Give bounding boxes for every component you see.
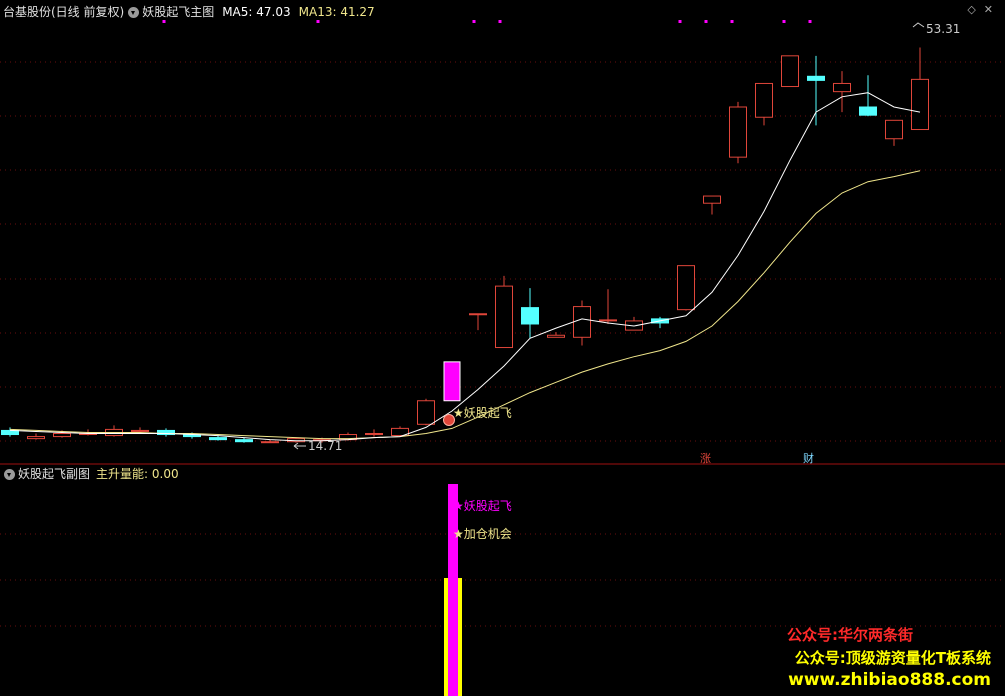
top-signal-dots (162, 20, 812, 23)
candle-body-up (27, 436, 45, 440)
volume-bar-yellow-left (444, 578, 448, 696)
main-header: 台基股份(日线 前复权) 妖股起飞主图 MA5: 47.03 MA13: 41.27 (3, 4, 375, 20)
candle-body-up (729, 106, 747, 158)
kline-chart[interactable] (0, 0, 1005, 696)
candle-body-up (833, 82, 851, 93)
ma5-label: MA5: 47.03 (222, 5, 291, 19)
candle-body-up (365, 433, 383, 436)
candle-body-up (911, 78, 929, 131)
candles (1, 47, 929, 444)
volume-bar-magenta (448, 484, 458, 696)
candle-body-down (521, 307, 539, 325)
candle-body-up (469, 313, 487, 316)
candle-body-up (755, 82, 773, 118)
ma13-line (9, 170, 921, 440)
signal-dot (730, 20, 734, 23)
dropdown-icon[interactable] (128, 7, 140, 18)
volume-bars (444, 484, 462, 696)
marker-zhang[interactable]: 涨 (700, 450, 711, 466)
signal-dot (498, 20, 502, 23)
candle-body-up (677, 265, 695, 311)
candle-body-down (807, 75, 825, 81)
signal-dot (782, 20, 786, 23)
volume-value-label: 主升量能: 0.00 (96, 467, 179, 481)
candle-body-up (599, 319, 617, 322)
low-price-label: 14.71 (308, 439, 343, 453)
signal-label-sub: ★妖股起飞 (453, 499, 512, 513)
signal-dot (162, 20, 166, 23)
high-arrow-icon (912, 22, 925, 28)
watermark-line3: www.zhibiao888.com (788, 670, 991, 690)
candle-body-up (417, 400, 435, 425)
candle-body-down (859, 106, 877, 116)
candle-body-down (235, 439, 253, 443)
candle-body-up (885, 119, 903, 140)
signal-label-main: ★妖股起飞 (453, 406, 512, 420)
signal-dot (678, 20, 682, 23)
diamond-icon[interactable]: ◇ (967, 3, 983, 16)
volume-bar-yellow-right (458, 578, 462, 696)
window-controls: ◇✕ (967, 3, 1001, 16)
main-indicator-name[interactable]: 妖股起飞主图 (142, 5, 214, 19)
watermark-line2: 公众号:顶级游资量化T板系统 (794, 649, 991, 667)
signal-dot (472, 20, 476, 23)
signal-dot (316, 20, 320, 23)
ma13-label: MA13: 41.27 (298, 5, 375, 19)
candle-body-up (261, 441, 279, 444)
close-icon[interactable]: ✕ (984, 3, 1001, 16)
sub-header: 妖股起飞副图 主升量能: 0.00 (0, 466, 179, 482)
candle-body-up (781, 55, 799, 88)
candle-body-up (495, 285, 513, 349)
candle-body-up (53, 433, 71, 438)
add-position-label: ★加仓机会 (453, 527, 512, 541)
candle-body-signal (443, 361, 461, 402)
candle-body-up (573, 306, 591, 338)
candle-body-up (547, 334, 565, 338)
stock-title[interactable]: 台基股份(日线 前复权) (3, 5, 124, 19)
signal-dot (808, 20, 812, 23)
low-arrow-icon (293, 442, 306, 450)
candle-body-up (703, 195, 721, 204)
dropdown-icon[interactable] (4, 469, 15, 480)
watermark-line1: 公众号:华尔两条街 (787, 626, 913, 644)
ma5-line (9, 92, 921, 442)
marker-cai[interactable]: 财 (803, 450, 814, 466)
candle-body-up (131, 429, 149, 432)
candle-body-down (209, 437, 227, 441)
signal-dot (704, 20, 708, 23)
high-price-label: 53.31 (926, 22, 961, 36)
sub-indicator-name[interactable]: 妖股起飞副图 (18, 467, 90, 481)
